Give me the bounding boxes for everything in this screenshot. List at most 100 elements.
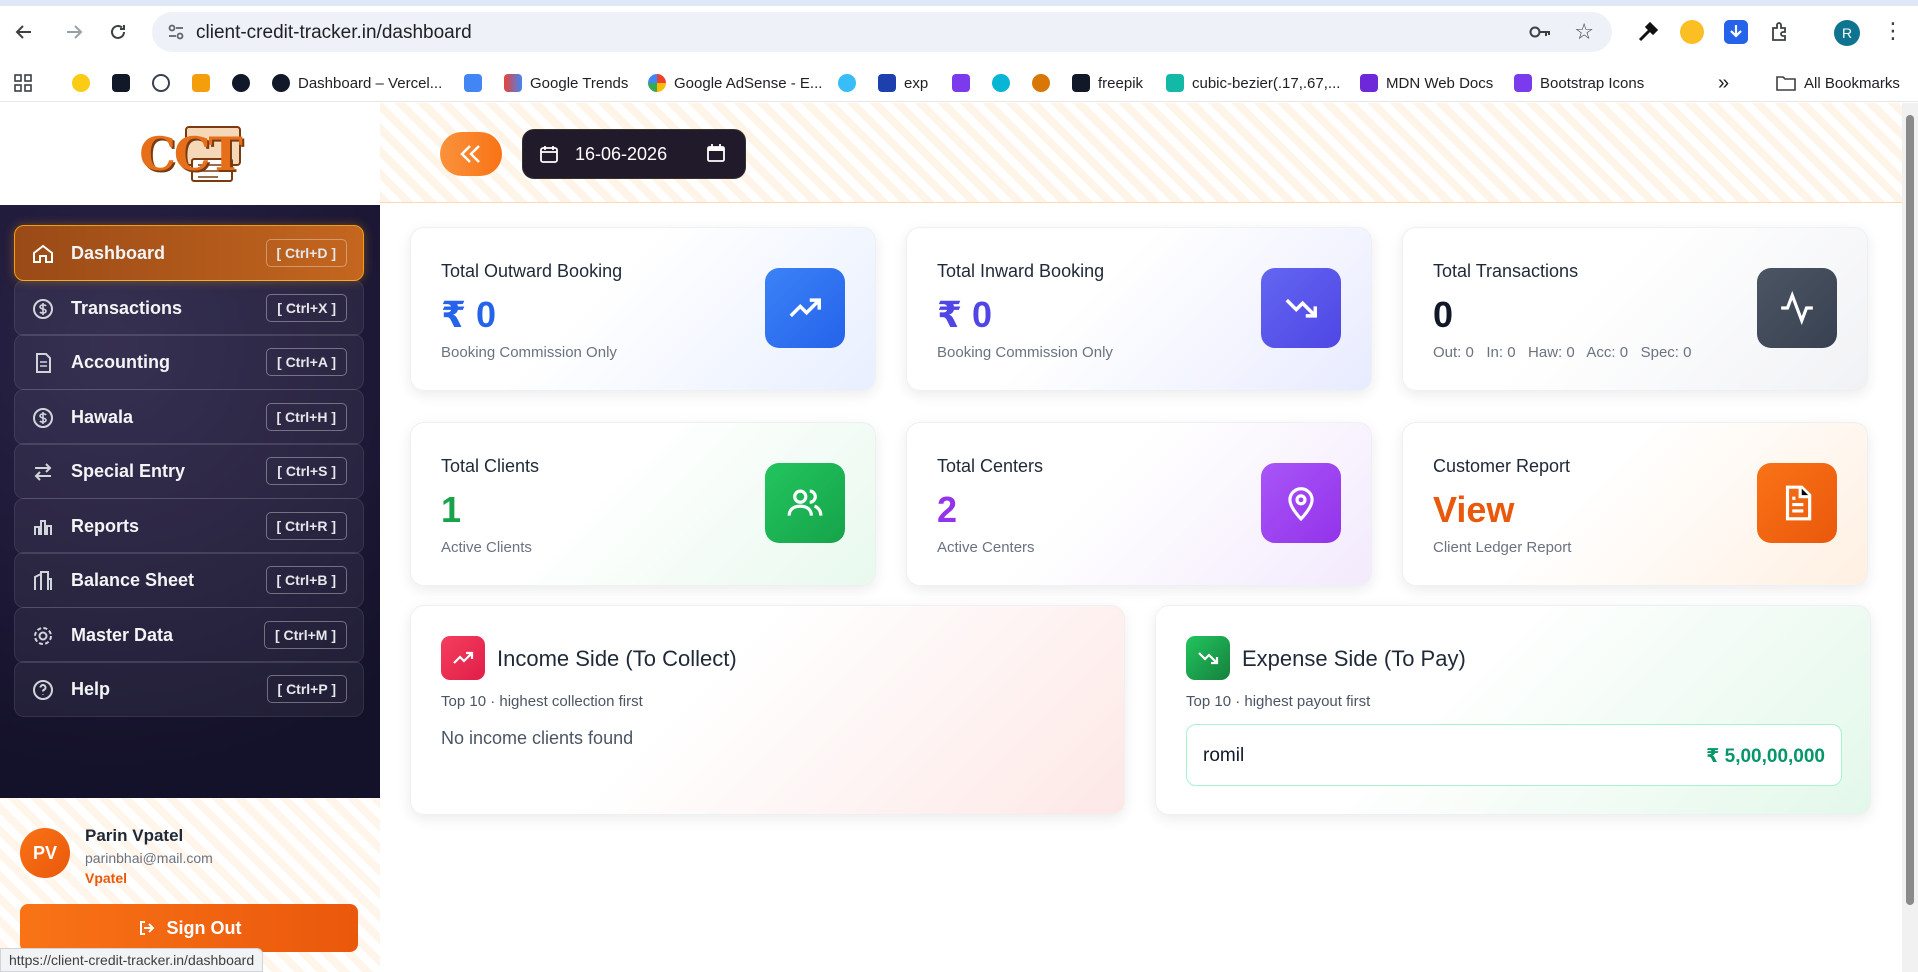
bookmark-label: cubic-bezier(.17,.67,... <box>1192 74 1341 92</box>
bookmark-star-icon[interactable]: ☆ <box>1574 19 1594 45</box>
card-total-clients[interactable]: Total Clients 1 Active Clients <box>410 422 876 586</box>
freepik-icon <box>1072 74 1090 92</box>
user-name: Parin Vpatel <box>85 826 184 845</box>
shortcut-badge: [ Ctrl+S ] <box>266 457 347 485</box>
users-icon <box>765 463 845 543</box>
site-settings-icon[interactable] <box>166 22 186 42</box>
bookmark-google-trends[interactable]: Google Trends <box>504 72 628 94</box>
calendar-picker-icon[interactable] <box>707 143 725 163</box>
scrollbar-thumb[interactable] <box>1906 115 1914 905</box>
translate-bookmark-icon[interactable] <box>464 72 482 94</box>
sidebar: CCT Dashboard [ Ctrl+D ] Transactions [ … <box>0 103 380 972</box>
sidebar-item-accounting[interactable]: Accounting [ Ctrl+A ] <box>14 334 364 390</box>
card-subtitle: Booking Commission Only <box>937 344 1113 361</box>
browser-toolbar: client-credit-tracker.in/dashboard ☆ R ⋮ <box>0 0 1918 64</box>
folder-icon <box>1776 76 1796 91</box>
puzzle-extensions-icon[interactable] <box>1768 20 1792 44</box>
github-bookmark-icon[interactable] <box>232 72 250 94</box>
dollar-circle-icon <box>33 408 53 428</box>
card-total-outward-booking[interactable]: Total Outward Booking ₹ 0 Booking Commis… <box>410 227 876 391</box>
shortcut-badge: [ Ctrl+X ] <box>266 294 347 322</box>
bookmark-mdn[interactable]: MDN Web Docs <box>1360 72 1493 94</box>
all-bookmarks-label: All Bookmarks <box>1804 74 1900 92</box>
profile-avatar[interactable]: R <box>1834 20 1860 46</box>
collapse-sidebar-button[interactable] <box>440 132 502 176</box>
download-extension-icon[interactable] <box>1724 20 1748 44</box>
sidebar-item-special-entry[interactable]: Special Entry [ Ctrl+S ] <box>14 443 364 499</box>
card-value: ₹ 0 <box>937 294 993 335</box>
bookmark-icon-2[interactable] <box>192 72 210 94</box>
income-panel: Income Side (To Collect) Top 10 · highes… <box>410 605 1125 815</box>
bookmark-bootstrap-icons[interactable]: Bootstrap Icons <box>1514 72 1644 94</box>
bookmark-exp[interactable]: exp <box>878 72 928 94</box>
income-title: Income Side (To Collect) <box>497 646 737 671</box>
shortcut-badge: [ Ctrl+P ] <box>266 675 347 703</box>
bulb-bookmark-icon[interactable] <box>72 72 90 94</box>
avatar[interactable]: PV <box>20 828 70 878</box>
more-bookmarks-icon[interactable]: » <box>1718 72 1729 94</box>
topbar: 16-06-2026 <box>380 103 1902 203</box>
swap-icon <box>34 463 52 481</box>
apps-grid-icon[interactable] <box>14 72 32 94</box>
speed-extension-icon[interactable] <box>1680 20 1704 44</box>
shortcut-badge: [ Ctrl+M ] <box>263 621 347 649</box>
sidebar-item-balance-sheet[interactable]: Balance Sheet [ Ctrl+B ] <box>14 552 364 608</box>
bootstrap-bookmark-icon-1[interactable] <box>952 72 970 94</box>
sidebar-item-reports[interactable]: Reports [ Ctrl+R ] <box>14 498 364 554</box>
bookmark-icon-3[interactable] <box>1032 72 1050 94</box>
mdn-icon <box>1360 74 1378 92</box>
bookmark-google-adsense[interactable]: Google AdSense - E... <box>648 72 822 94</box>
card-total-transactions[interactable]: Total Transactions 0 Out: 0 In: 0 Haw: 0… <box>1402 227 1868 391</box>
expense-subtitle: Top 10 · highest payout first <box>1186 693 1371 710</box>
logo[interactable]: CCT <box>0 103 380 205</box>
bookmark-freepik[interactable]: freepik <box>1072 72 1143 94</box>
browser-menu-icon[interactable]: ⋮ <box>1882 18 1904 44</box>
card-title: Total Transactions <box>1433 261 1579 281</box>
sidebar-item-master-data[interactable]: Master Data [ Ctrl+M ] <box>14 607 364 663</box>
tailwind-bookmark-icon[interactable] <box>838 72 856 94</box>
sidebar-item-dashboard[interactable]: Dashboard [ Ctrl+D ] <box>14 225 364 281</box>
eyedropper-extension-icon[interactable] <box>1636 20 1660 44</box>
openai-bookmark-icon[interactable] <box>152 72 170 94</box>
bookmark-label: Google AdSense - E... <box>674 74 823 92</box>
bookmark-label: exp <box>904 74 929 92</box>
card-title: Total Clients <box>441 456 540 476</box>
bookmark-dashboard-vercel[interactable]: Dashboard – Vercel... <box>272 72 442 94</box>
card-customer-report[interactable]: Customer Report View Client Ledger Repor… <box>1402 422 1868 586</box>
card-subtitle: Client Ledger Report <box>1433 539 1572 556</box>
bookmark-cubic-bezier[interactable]: cubic-bezier(.17,.67,... <box>1166 72 1340 94</box>
address-bar[interactable]: client-credit-tracker.in/dashboard ☆ <box>152 12 1612 52</box>
card-subtitle: Active Clients <box>441 539 532 556</box>
card-title: Total Centers <box>937 456 1044 476</box>
back-icon[interactable] <box>10 18 38 46</box>
sidebar-item-hawala[interactable]: Hawala [ Ctrl+H ] <box>14 389 364 445</box>
bootstrap-icon <box>1514 74 1532 92</box>
date-picker[interactable]: 16-06-2026 <box>522 129 746 179</box>
trending-down-icon <box>1261 268 1341 348</box>
expense-row[interactable]: romil ₹ 5,00,00,000 <box>1186 724 1842 786</box>
sidebar-item-label: Accounting <box>71 352 170 372</box>
page-scrollbar[interactable] <box>1902 103 1918 972</box>
sign-out-button[interactable]: Sign Out <box>20 904 358 952</box>
card-title: Total Inward Booking <box>937 261 1105 281</box>
forward-icon[interactable] <box>60 18 88 46</box>
exp-icon <box>878 74 896 92</box>
bookmark-icon-1[interactable] <box>112 72 130 94</box>
shortcut-badge: [ Ctrl+R ] <box>265 512 347 540</box>
key-icon[interactable] <box>1528 21 1552 48</box>
reload-icon[interactable] <box>104 18 132 46</box>
sidebar-item-help[interactable]: Help [ Ctrl+P ] <box>14 661 364 717</box>
trends-icon <box>504 74 522 92</box>
help-icon <box>33 680 53 700</box>
all-bookmarks-folder[interactable]: All Bookmarks <box>1776 72 1900 94</box>
card-total-inward-booking[interactable]: Total Inward Booking ₹ 0 Booking Commiss… <box>906 227 1372 391</box>
user-email: parinbhai@mail.com <box>85 850 213 866</box>
view-report-link[interactable]: View <box>1433 489 1514 531</box>
canva-bookmark-icon[interactable] <box>992 72 1010 94</box>
trending-up-icon <box>765 268 845 348</box>
main-content: 16-06-2026 Total Outward Booking ₹ 0 Boo… <box>380 103 1902 972</box>
sidebar-item-label: Balance Sheet <box>71 570 195 590</box>
card-total-centers[interactable]: Total Centers 2 Active Centers <box>906 422 1372 586</box>
sidebar-item-transactions[interactable]: Transactions [ Ctrl+X ] <box>14 280 364 336</box>
bookmarks-bar: Dashboard – Vercel... Google Trends Goog… <box>0 64 1918 102</box>
